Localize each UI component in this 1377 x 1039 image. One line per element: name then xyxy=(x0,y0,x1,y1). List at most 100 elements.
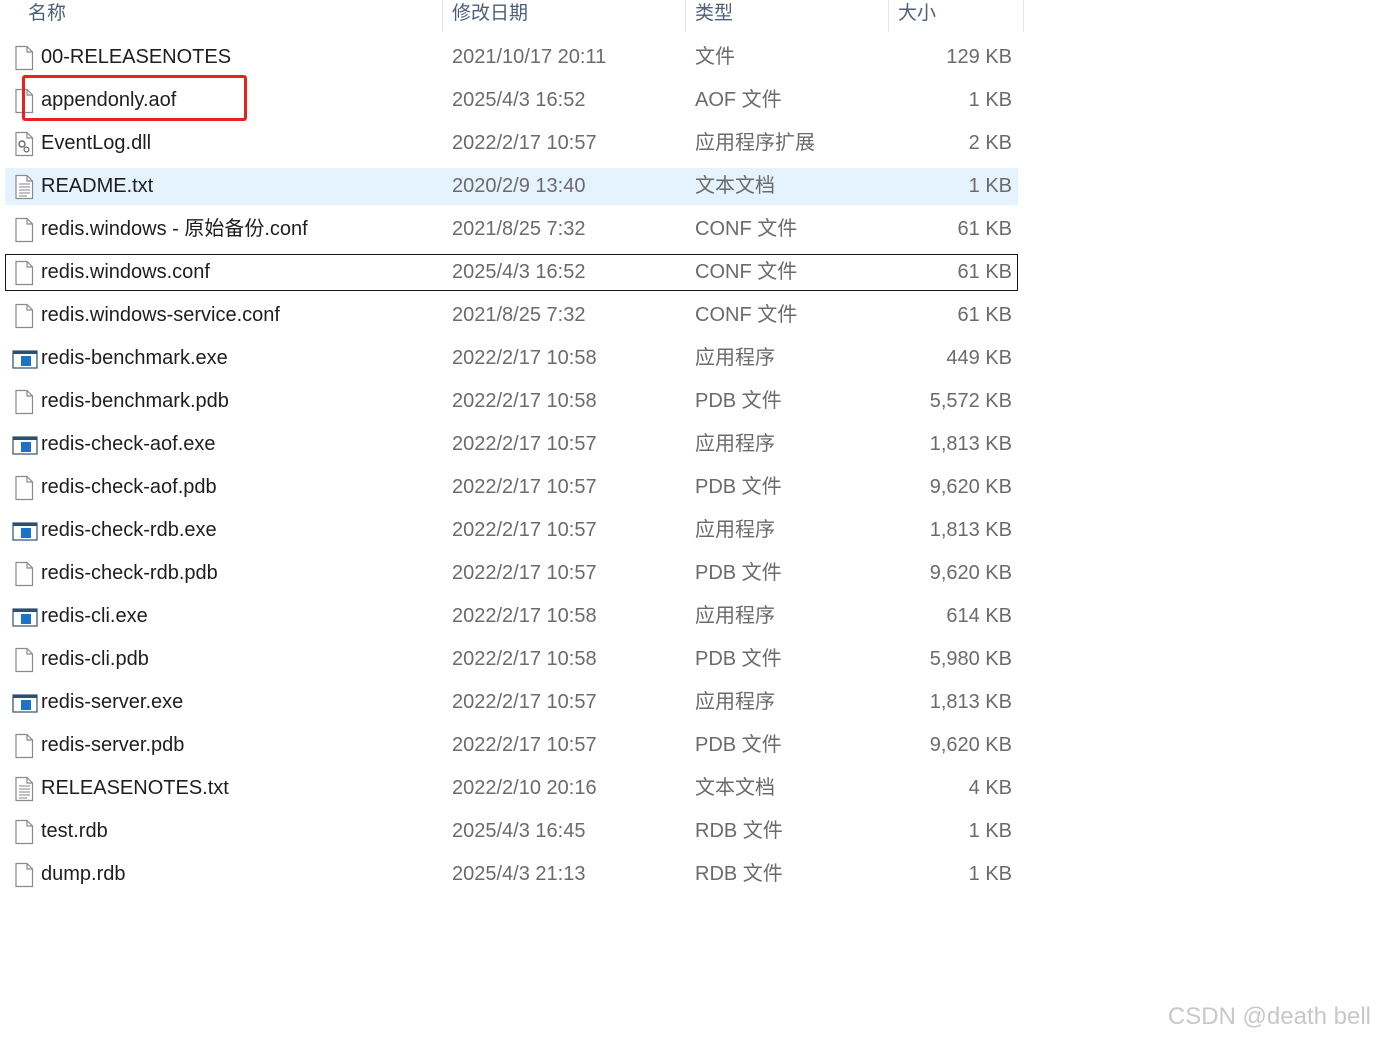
column-size-header[interactable]: 大小 xyxy=(898,0,936,32)
file-row[interactable]: redis.windows-service.conf 2021/8/25 7:32… xyxy=(0,297,1024,340)
blank-file-icon xyxy=(12,862,36,888)
file-type: 应用程序 xyxy=(695,605,775,627)
file-row[interactable]: test.rdb 2025/4/3 16:45 RDB 文件 1 KB xyxy=(0,813,1024,856)
column-date-header[interactable]: 修改日期 xyxy=(452,0,528,32)
file-size: 4 KB xyxy=(968,777,1012,799)
file-date: 2022/2/17 10:58 xyxy=(452,347,597,369)
file-date: 2022/2/17 10:57 xyxy=(452,519,597,541)
file-date: 2022/2/17 10:58 xyxy=(452,605,597,627)
file-type: PDB 文件 xyxy=(695,734,782,756)
column-divider[interactable] xyxy=(685,0,686,32)
file-size: 9,620 KB xyxy=(929,562,1012,584)
blank-file-icon xyxy=(12,389,36,415)
file-type: 文件 xyxy=(695,46,735,68)
column-divider[interactable] xyxy=(1023,0,1024,32)
text-file-icon xyxy=(12,776,36,802)
file-size: 9,620 KB xyxy=(929,734,1012,756)
file-date: 2022/2/17 10:57 xyxy=(452,476,597,498)
file-date: 2022/2/17 10:58 xyxy=(452,390,597,412)
file-size: 61 KB xyxy=(957,304,1012,326)
file-row[interactable]: redis-benchmark.exe 2022/2/17 10:58 应用程序 44… xyxy=(0,340,1024,383)
file-date: 2022/2/10 20:16 xyxy=(452,777,597,799)
file-size: 614 KB xyxy=(946,605,1012,627)
file-type: 应用程序扩展 xyxy=(695,132,815,154)
file-row[interactable]: redis-check-aof.pdb 2022/2/17 10:57 PDB 文件… xyxy=(0,469,1024,512)
file-date: 2022/2/17 10:57 xyxy=(452,734,597,756)
blank-file-icon xyxy=(12,647,36,673)
file-date: 2022/2/17 10:57 xyxy=(452,562,597,584)
blank-file-icon xyxy=(12,733,36,759)
file-date: 2025/4/3 16:52 xyxy=(452,89,586,111)
watermark: CSDN @death bell xyxy=(1167,1003,1371,1030)
file-type: 文本文档 xyxy=(695,777,775,799)
file-name: redis-benchmark.pdb xyxy=(41,390,229,412)
text-file-icon xyxy=(12,174,36,200)
file-name: redis-check-rdb.exe xyxy=(41,519,217,541)
column-divider[interactable] xyxy=(888,0,889,32)
file-type: PDB 文件 xyxy=(695,648,782,670)
file-type: RDB 文件 xyxy=(695,863,783,885)
file-row[interactable]: dump.rdb 2025/4/3 21:13 RDB 文件 1 KB xyxy=(0,856,1024,899)
file-type: 应用程序 xyxy=(695,691,775,713)
file-date: 2022/2/17 10:57 xyxy=(452,433,597,455)
blank-file-icon xyxy=(12,475,36,501)
file-row[interactable]: redis-check-rdb.exe 2022/2/17 10:57 应用程序 1,… xyxy=(0,512,1024,555)
column-name-header[interactable]: 名称 xyxy=(28,0,66,32)
file-name: redis-check-aof.exe xyxy=(41,433,216,455)
file-row[interactable]: redis-cli.pdb 2022/2/17 10:58 PDB 文件 5,980 … xyxy=(0,641,1024,684)
file-name: redis-cli.pdb xyxy=(41,648,149,670)
file-name: redis-cli.exe xyxy=(41,605,148,627)
file-size: 1 KB xyxy=(968,175,1012,197)
file-type: PDB 文件 xyxy=(695,562,782,584)
file-date: 2025/4/3 21:13 xyxy=(452,863,586,885)
dll-file-icon xyxy=(12,131,36,157)
exe-file-icon xyxy=(12,432,38,458)
column-type-header[interactable]: 类型 xyxy=(695,0,733,32)
file-name: README.txt xyxy=(41,175,154,197)
file-size: 5,980 KB xyxy=(929,648,1012,670)
file-row[interactable]: redis-check-rdb.pdb 2022/2/17 10:57 PDB 文件… xyxy=(0,555,1024,598)
file-type: CONF 文件 xyxy=(695,304,798,326)
file-size: 1,813 KB xyxy=(929,519,1012,541)
file-size: 9,620 KB xyxy=(929,476,1012,498)
file-date: 2021/8/25 7:32 xyxy=(452,218,586,240)
file-list: 00-RELEASENOTES 2021/10/17 20:11 文件 129 KB a… xyxy=(0,39,1024,899)
file-row[interactable]: redis-server.exe 2022/2/17 10:57 应用程序 1,813… xyxy=(0,684,1024,727)
file-name: test.rdb xyxy=(41,820,108,842)
file-row[interactable]: RELEASENOTES.txt 2022/2/10 20:16 文本文档 4 KB xyxy=(0,770,1024,813)
file-row[interactable]: redis-server.pdb 2022/2/17 10:57 PDB 文件 9,6… xyxy=(0,727,1024,770)
file-type: RDB 文件 xyxy=(695,820,783,842)
file-name: redis.windows - 原始备份.conf xyxy=(41,218,308,240)
file-size: 2 KB xyxy=(968,132,1012,154)
file-row[interactable]: EventLog.dll 2022/2/17 10:57 应用程序扩展 2 KB xyxy=(0,125,1024,168)
blank-file-icon xyxy=(12,45,36,71)
column-divider[interactable] xyxy=(442,0,443,32)
file-date: 2022/2/17 10:58 xyxy=(452,648,597,670)
file-size: 5,572 KB xyxy=(929,390,1012,412)
file-row[interactable]: redis-check-aof.exe 2022/2/17 10:57 应用程序 1,… xyxy=(0,426,1024,469)
file-date: 2025/4/3 16:45 xyxy=(452,820,586,842)
exe-file-icon xyxy=(12,346,38,372)
file-size: 1 KB xyxy=(968,89,1012,111)
file-size: 1,813 KB xyxy=(929,691,1012,713)
file-type: AOF 文件 xyxy=(695,89,782,111)
file-date: 2022/2/17 10:57 xyxy=(452,132,597,154)
file-type: 应用程序 xyxy=(695,433,775,455)
file-size: 1 KB xyxy=(968,863,1012,885)
file-date: 2021/10/17 20:11 xyxy=(452,46,607,68)
file-row[interactable]: redis-cli.exe 2022/2/17 10:58 应用程序 614 KB xyxy=(0,598,1024,641)
file-size: 129 KB xyxy=(946,46,1012,68)
file-type: CONF 文件 xyxy=(695,218,798,240)
file-name: redis-server.pdb xyxy=(41,734,185,756)
file-row[interactable]: redis.windows.conf 2025/4/3 16:52 CONF 文件 6… xyxy=(0,254,1024,297)
file-type: 应用程序 xyxy=(695,347,775,369)
file-row[interactable]: README.txt 2020/2/9 13:40 文本文档 1 KB xyxy=(0,168,1024,211)
blank-file-icon xyxy=(12,260,36,286)
file-date: 2025/4/3 16:52 xyxy=(452,261,586,283)
file-row[interactable]: redis.windows - 原始备份.conf 2021/8/25 7:32 C… xyxy=(0,211,1024,254)
file-name: redis-check-aof.pdb xyxy=(41,476,217,498)
file-row[interactable]: redis-benchmark.pdb 2022/2/17 10:58 PDB 文件… xyxy=(0,383,1024,426)
red-annotation-box xyxy=(22,75,247,121)
column-header: 名称 修改日期 类型 大小 xyxy=(0,0,1024,32)
file-size: 449 KB xyxy=(946,347,1012,369)
